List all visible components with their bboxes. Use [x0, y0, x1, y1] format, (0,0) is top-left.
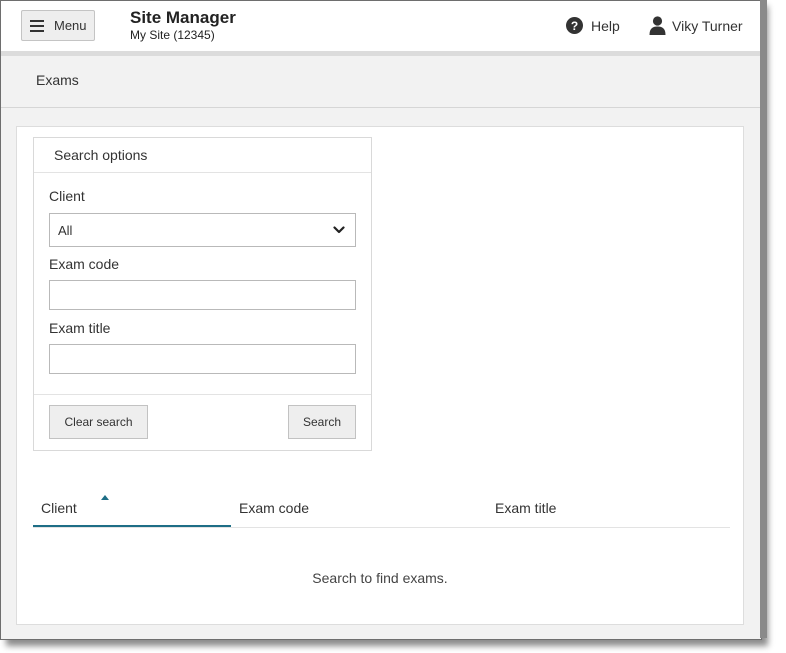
help-label: Help: [591, 17, 620, 34]
column-header-client[interactable]: Client: [41, 500, 77, 516]
panel-footer-divider: [34, 394, 371, 395]
active-sort-underline: [33, 525, 231, 527]
site-subtitle: My Site (12345): [130, 28, 215, 42]
question-circle-icon: ?: [566, 17, 583, 34]
top-bar: Menu Site Manager My Site (12345) ? Help…: [1, 1, 761, 51]
app-window: Menu Site Manager My Site (12345) ? Help…: [0, 0, 762, 640]
empty-results-message: Search to find exams.: [312, 570, 448, 586]
search-options-panel: Search options Client All Exam code Exam…: [33, 137, 372, 451]
exam-title-input[interactable]: [49, 344, 356, 374]
column-header-exam-title[interactable]: Exam title: [495, 500, 556, 516]
client-label: Client: [49, 188, 85, 204]
menu-button-label: Menu: [54, 18, 87, 33]
sort-ascending-icon: [101, 495, 109, 500]
client-select-value: All: [58, 222, 73, 238]
search-button[interactable]: Search: [288, 405, 356, 439]
chevron-down-icon: [333, 226, 345, 234]
exam-title-label: Exam title: [49, 320, 111, 336]
results-table-header: Client Exam code Exam title: [33, 492, 730, 528]
client-select[interactable]: All: [49, 213, 356, 247]
panel-title: Search options: [34, 138, 371, 173]
breadcrumb-current: Exams: [36, 72, 79, 88]
content-card: Search options Client All Exam code Exam…: [16, 126, 744, 625]
breadcrumb: Exams: [1, 56, 761, 108]
hamburger-icon: [30, 19, 44, 32]
window-edge: [760, 0, 767, 638]
help-link[interactable]: ? Help: [566, 17, 620, 34]
site-title: Site Manager: [130, 8, 236, 27]
menu-button[interactable]: Menu: [21, 10, 95, 41]
clear-search-button[interactable]: Clear search: [49, 405, 148, 439]
user-name: Viky Turner: [672, 17, 743, 34]
column-header-exam-code[interactable]: Exam code: [239, 500, 309, 516]
exam-code-label: Exam code: [49, 256, 120, 272]
exam-code-input[interactable]: [49, 280, 356, 310]
user-menu[interactable]: Viky Turner: [649, 16, 743, 35]
user-icon: [649, 16, 666, 35]
